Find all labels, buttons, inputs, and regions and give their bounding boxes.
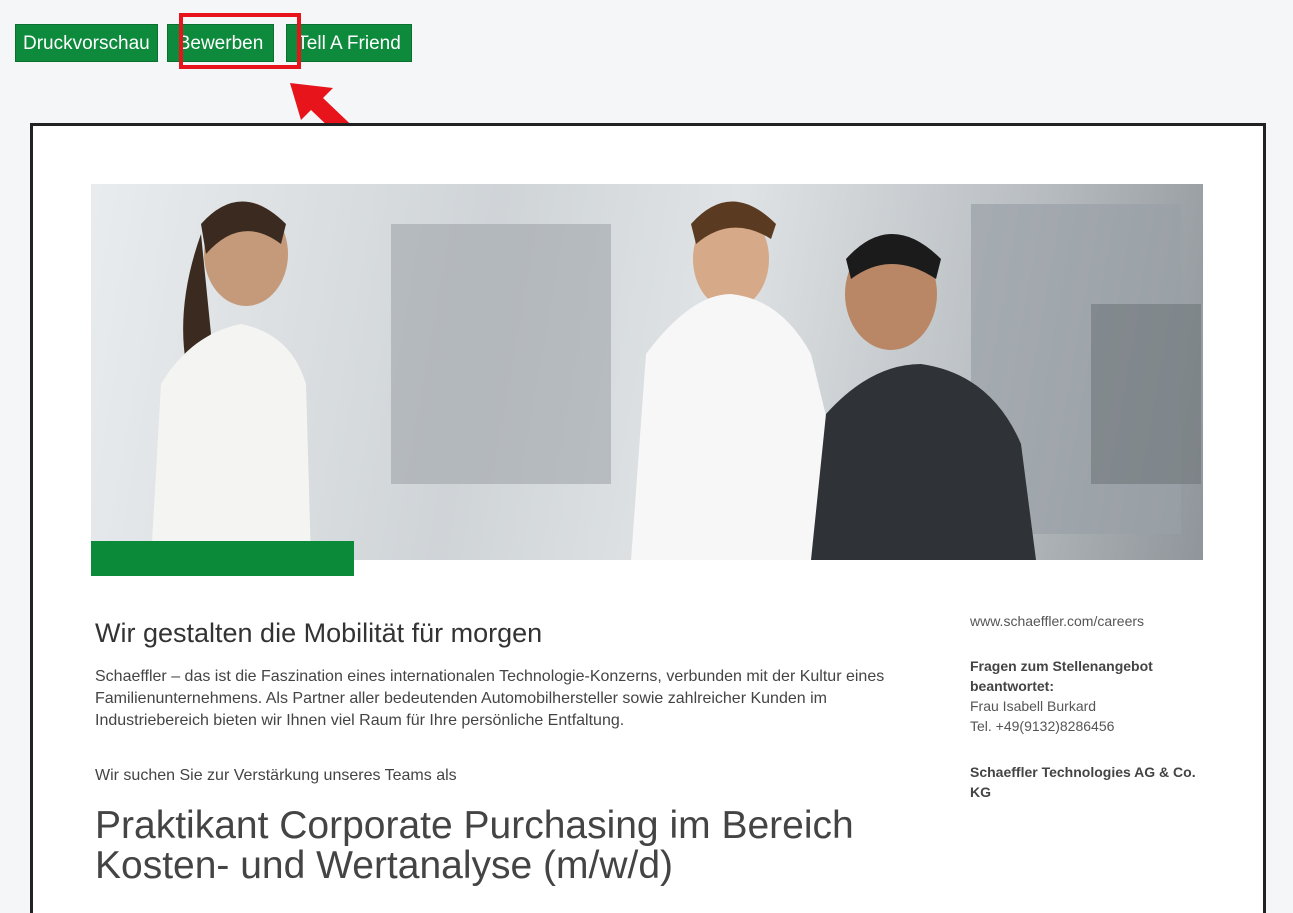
questions-label: Fragen zum Stellenangebot beantwortet:	[970, 658, 1153, 694]
intro-text: Schaeffler – das ist die Faszination ein…	[95, 668, 885, 729]
green-accent-bar	[91, 541, 354, 576]
contact-name: Frau Isabell Burkard	[970, 698, 1097, 714]
apply-button[interactable]: Bewerben	[166, 24, 275, 62]
job-title: Praktikant Corporate Purchasing im Berei…	[95, 804, 854, 887]
tell-a-friend-button[interactable]: Tell A Friend	[286, 24, 412, 62]
lead-text: Wir suchen Sie zur Verstärkung unseres T…	[95, 767, 457, 784]
contact-sidebar: www.schaeffler.com/careers Fragen zum St…	[970, 611, 1210, 802]
careers-url[interactable]: www.schaeffler.com/careers	[970, 611, 1210, 631]
headline: Wir gestalten die Mobilität für morgen	[95, 618, 543, 648]
toolbar: Druckvorschau Bewerben Tell A Friend	[15, 22, 418, 64]
people-illustration	[151, 201, 1036, 560]
print-preview-button[interactable]: Druckvorschau	[15, 24, 158, 62]
contact-phone: Tel. +49(9132)8286456	[970, 718, 1115, 734]
hero-image	[91, 184, 1203, 560]
company-name: Schaeffler Technologies AG & Co. KG	[970, 764, 1196, 800]
job-posting-document: Wir gestalten die Mobilität für morgen S…	[30, 123, 1266, 913]
